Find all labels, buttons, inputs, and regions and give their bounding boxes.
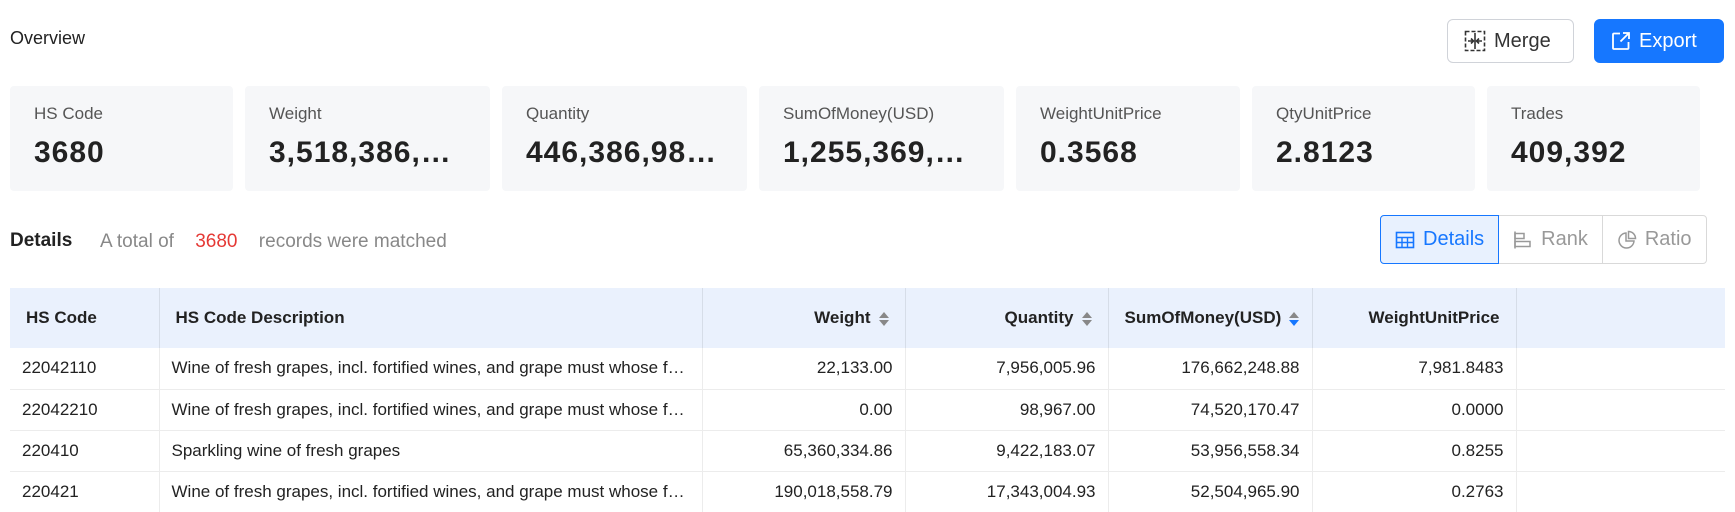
details-table: HS Code HS Code Description Weight Quant…: [10, 288, 1725, 512]
cell-sum-of-money: 52,504,965.90: [1108, 471, 1313, 512]
cell-weight-unit-price: 0.8255: [1312, 430, 1517, 472]
column-header-label: HS Code Description: [175, 308, 345, 327]
view-switcher: Details Rank Ratio: [1380, 215, 1707, 264]
merge-icon: [1464, 30, 1486, 52]
card-quantity: Quantity 446,386,984…: [502, 86, 747, 191]
column-header-label: Weight: [814, 308, 871, 327]
bar-rank-icon: [1514, 231, 1531, 248]
card-hs-code: HS Code 3680: [10, 86, 233, 191]
card-value: 409,392: [1511, 136, 1627, 169]
table-row[interactable]: 220421 Wine of fresh grapes, incl. forti…: [10, 471, 1725, 512]
card-value: 2.8123: [1276, 136, 1374, 169]
cell-weight: 22,133.00: [702, 348, 906, 390]
card-sum-of-money: SumOfMoney(USD) 1,255,369,6…: [759, 86, 1004, 191]
card-value: 1,255,369,6…: [783, 136, 980, 169]
export-button[interactable]: Export: [1594, 19, 1724, 63]
tab-rank-label: Rank: [1541, 228, 1588, 250]
cell-weight: 190,018,558.79: [702, 471, 906, 512]
cell-overflow: [1516, 389, 1725, 431]
tab-ratio-label: Ratio: [1644, 228, 1692, 250]
tab-rank[interactable]: Rank: [1498, 215, 1603, 264]
column-header-label: HS Code: [26, 308, 97, 327]
export-button-label: Export: [1639, 29, 1697, 52]
cell-weight-unit-price: 7,981.8483: [1312, 348, 1517, 390]
cell-sum-of-money: 74,520,170.47: [1108, 389, 1313, 431]
card-trades: Trades 409,392: [1487, 86, 1700, 191]
cell-overflow: [1516, 348, 1725, 390]
table-icon: [1395, 231, 1415, 248]
column-header-quantity[interactable]: Quantity: [905, 288, 1109, 348]
column-header-label: WeightUnitPrice: [1368, 308, 1500, 327]
summary-prefix: A total of: [100, 231, 174, 252]
card-label: WeightUnitPrice: [1040, 104, 1162, 123]
table-row[interactable]: 22042210 Wine of fresh grapes, incl. for…: [10, 389, 1725, 431]
cell-overflow: [1516, 430, 1725, 472]
column-header-sum-of-money[interactable]: SumOfMoney(USD): [1108, 288, 1313, 348]
sort-icon[interactable]: [1081, 311, 1092, 326]
card-weight-unit-price: WeightUnitPrice 0.3568: [1016, 86, 1240, 191]
card-label: Trades: [1511, 104, 1564, 123]
card-value: 3680: [34, 136, 105, 169]
column-header-label: Quantity: [1004, 308, 1074, 327]
records-summary: A total of 3680 records were matched: [100, 231, 447, 253]
table-row[interactable]: 220410 Sparkling wine of fresh grapes 65…: [10, 430, 1725, 472]
cell-description: Wine of fresh grapes, incl. fortified wi…: [159, 348, 703, 390]
cell-hs-code: 220421: [10, 471, 160, 512]
cell-quantity: 98,967.00: [905, 389, 1109, 431]
card-label: SumOfMoney(USD): [783, 104, 935, 123]
cell-overflow: [1516, 471, 1725, 512]
card-qty-unit-price: QtyUnitPrice 2.8123: [1252, 86, 1475, 191]
card-label: QtyUnitPrice: [1276, 104, 1372, 123]
sort-desc-active-icon[interactable]: [1289, 311, 1300, 326]
cell-quantity: 7,956,005.96: [905, 348, 1109, 390]
external-link-icon: [1612, 32, 1630, 50]
card-value: 3,518,386,2…: [269, 136, 466, 169]
cell-hs-code: 220410: [10, 430, 160, 472]
cell-quantity: 17,343,004.93: [905, 471, 1109, 512]
column-header-weight[interactable]: Weight: [702, 288, 906, 348]
card-label: Weight: [269, 104, 322, 123]
details-title: Details: [10, 230, 73, 251]
card-weight: Weight 3,518,386,2…: [245, 86, 490, 191]
card-value: 446,386,984…: [526, 136, 723, 169]
table-header-row: HS Code HS Code Description Weight Quant…: [10, 288, 1725, 348]
column-header-label: SumOfMoney(USD): [1124, 308, 1282, 327]
column-header-overflow: [1516, 288, 1725, 348]
cell-weight-unit-price: 0.2763: [1312, 471, 1517, 512]
records-count: 3680: [195, 231, 238, 252]
sort-icon[interactable]: [878, 311, 889, 326]
merge-button-label: Merge: [1494, 29, 1551, 52]
overview-header: Overview Merge Export: [0, 0, 1735, 78]
card-value: 0.3568: [1040, 136, 1138, 169]
tab-details[interactable]: Details: [1380, 215, 1500, 264]
cell-quantity: 9,422,183.07: [905, 430, 1109, 472]
cell-hs-code: 22042110: [10, 348, 160, 390]
cell-hs-code: 22042210: [10, 389, 160, 431]
cell-description: Sparkling wine of fresh grapes: [159, 430, 703, 472]
cell-sum-of-money: 53,956,558.34: [1108, 430, 1313, 472]
column-header-description[interactable]: HS Code Description: [159, 288, 703, 348]
page-title: Overview: [10, 28, 86, 48]
cell-description: Wine of fresh grapes, incl. fortified wi…: [159, 389, 703, 431]
column-header-hs-code[interactable]: HS Code: [10, 288, 160, 348]
cell-weight: 65,360,334.86: [702, 430, 906, 472]
cell-sum-of-money: 176,662,248.88: [1108, 348, 1313, 390]
summary-suffix: records were matched: [258, 231, 447, 252]
card-label: HS Code: [34, 104, 103, 123]
card-label: Quantity: [526, 104, 590, 123]
column-header-weight-unit-price[interactable]: WeightUnitPrice: [1312, 288, 1517, 348]
merge-button[interactable]: Merge: [1447, 19, 1574, 63]
tab-details-label: Details: [1423, 228, 1485, 250]
cell-weight-unit-price: 0.0000: [1312, 389, 1517, 431]
cell-description: Wine of fresh grapes, incl. fortified wi…: [159, 471, 703, 512]
pie-chart-icon: [1618, 230, 1637, 249]
cell-weight: 0.00: [702, 389, 906, 431]
summary-cards: HS Code 3680 Weight 3,518,386,2… Quantit…: [10, 86, 1700, 191]
tab-ratio[interactable]: Ratio: [1601, 215, 1707, 264]
table-row[interactable]: 22042110 Wine of fresh grapes, incl. for…: [10, 348, 1725, 390]
